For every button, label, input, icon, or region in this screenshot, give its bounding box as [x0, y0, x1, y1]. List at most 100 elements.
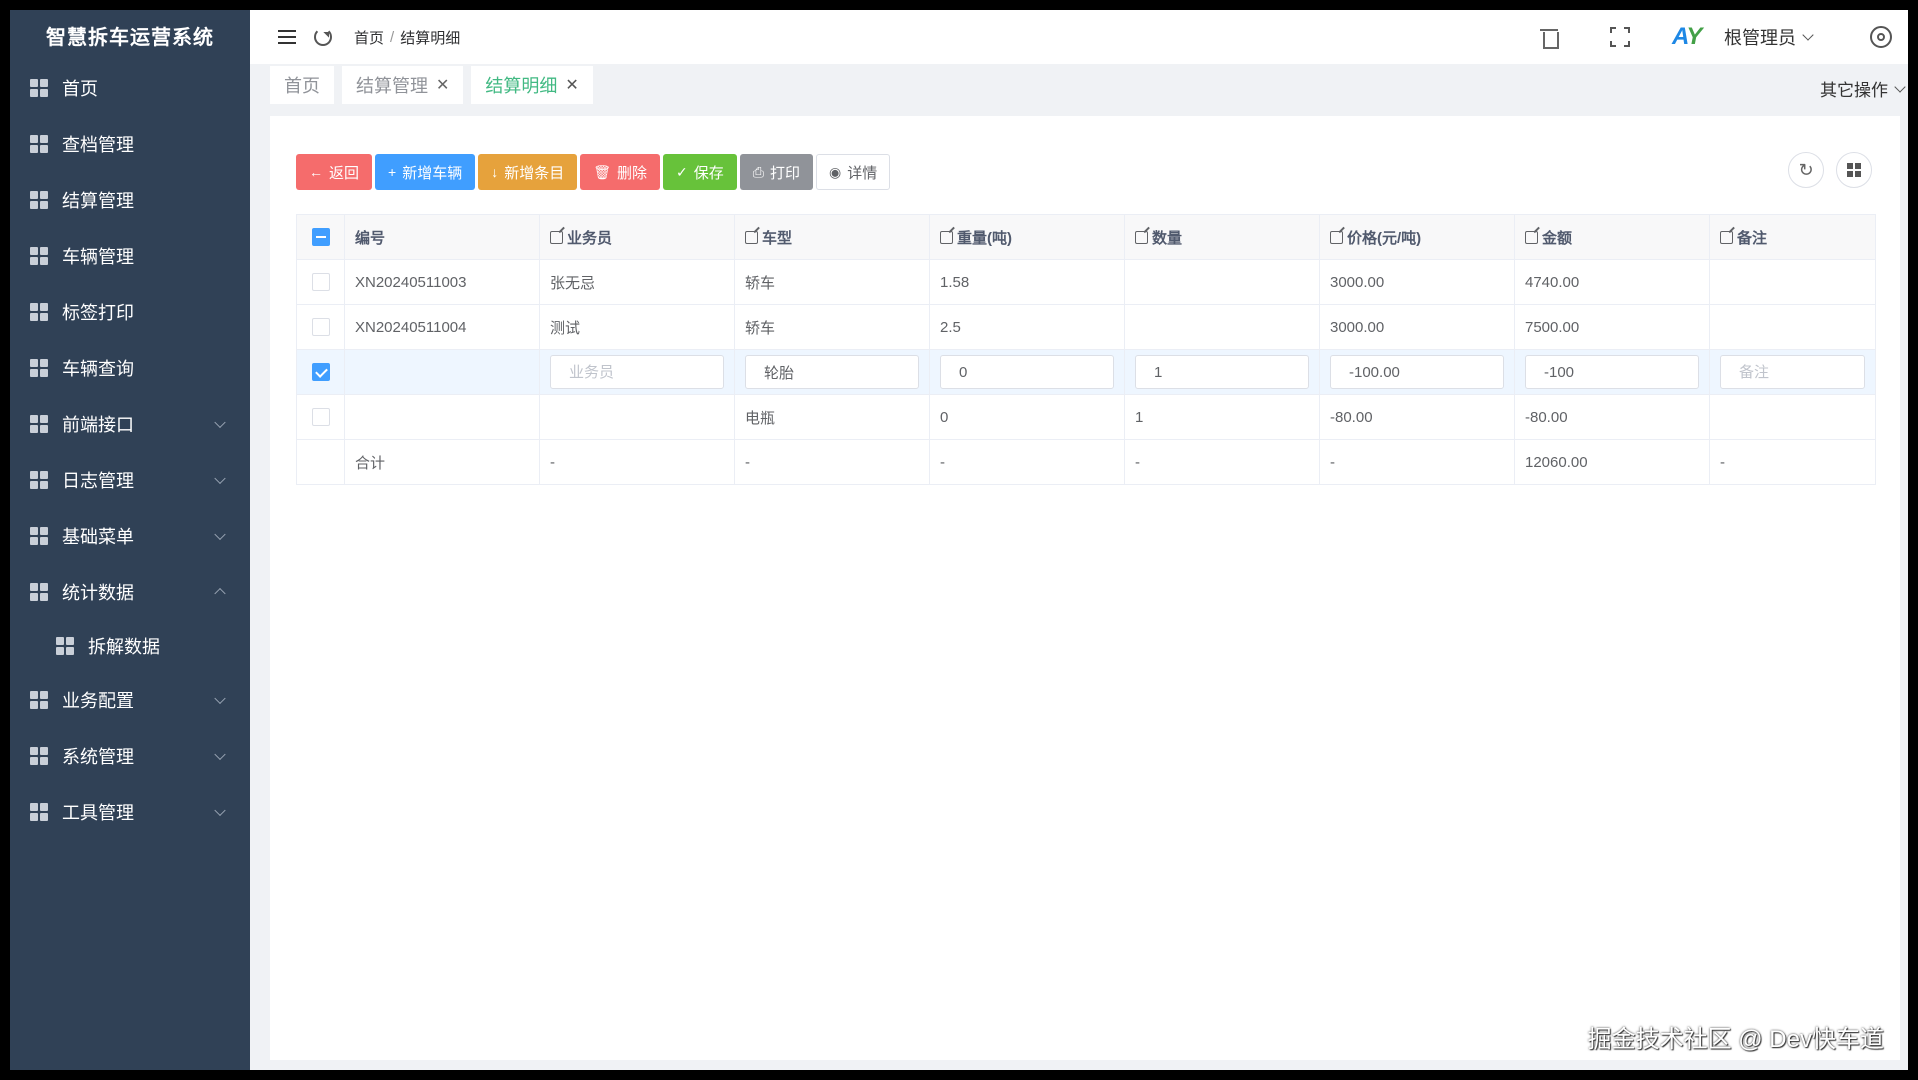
sidebar-item[interactable]: 车辆管理 — [10, 228, 250, 284]
sidebar-item-label: 业务配置 — [62, 691, 134, 711]
cell-weight: 1.58 — [929, 259, 1125, 305]
cell-amount: -80.00 — [1514, 394, 1710, 440]
clear-cache-icon[interactable] — [1540, 27, 1559, 49]
sidebar-item[interactable]: 拆解数据 — [10, 620, 250, 672]
grid-icon — [30, 79, 48, 97]
sidebar-menu: 首页 查档管理 结算管理 车辆管理 标签打印车辆查询前端接口日志管理基础菜单统计数据拆解… — [10, 60, 250, 840]
sidebar-item-label: 车辆查询 — [62, 359, 134, 379]
sidebar-item[interactable]: 车辆查询 — [10, 340, 250, 396]
add-vehicle-button[interactable]: + 新增车辆 — [375, 154, 476, 190]
avatar[interactable]: AY — [1672, 23, 1712, 51]
sidebar-item[interactable]: 首页 — [10, 60, 250, 116]
chevron-down-icon[interactable] — [1802, 28, 1814, 41]
row-checkbox[interactable] — [311, 273, 330, 292]
tags-view: 首页 结算管理 ✕ 结算明细 ✕ 其它操作 — [250, 64, 1908, 104]
grid-icon — [30, 359, 48, 377]
print-button[interactable]: ⎙ 打印 — [739, 154, 813, 190]
cell-number: XN20240511004 — [344, 304, 540, 350]
sidebar-item[interactable]: 统计数据 — [10, 564, 250, 620]
breadcrumb: 首页 / 结算明细 — [354, 27, 460, 48]
summary-row: 合计 - - - - - 12060.00 - — [296, 439, 1876, 485]
refresh-icon[interactable] — [314, 28, 332, 46]
table-row[interactable]: 电瓶 0 1 -80.00 -80.00 — [296, 394, 1876, 440]
chevron-down-icon — [214, 748, 226, 761]
edit-icon — [1525, 230, 1538, 244]
table-header-row: 编号 业务员 车型 重量(吨) 数量 价格(元/吨) 金额 备注 — [296, 214, 1876, 260]
tag-settlement-detail[interactable]: 结算明细 ✕ — [471, 66, 593, 104]
sidebar-item-label: 工具管理 — [62, 803, 134, 823]
columns-icon — [1847, 163, 1861, 177]
sidebar-item[interactable]: 查档管理 — [10, 116, 250, 172]
sidebar-item[interactable]: 标签打印 — [10, 284, 250, 340]
arrow-left-icon: ← — [309, 164, 323, 180]
close-icon[interactable]: ✕ — [565, 75, 578, 95]
summary-cell: - — [539, 439, 735, 485]
select-all-checkbox[interactable] — [311, 228, 330, 247]
gear-icon[interactable] — [1870, 26, 1892, 48]
amount-input[interactable] — [1525, 355, 1699, 389]
table-row[interactable]: XN20240511004 测试 轿车 2.5 3000.00 7500.00 — [296, 304, 1876, 350]
weight-input[interactable] — [940, 355, 1114, 389]
edit-icon — [550, 230, 563, 244]
sidebar-item[interactable]: 工具管理 — [10, 784, 250, 840]
row-checkbox[interactable] — [311, 318, 330, 337]
cell-number: XN20240511003 — [344, 259, 540, 305]
sidebar-item[interactable]: 结算管理 — [10, 172, 250, 228]
refresh-icon: ↻ — [1798, 159, 1814, 180]
grid-icon — [30, 691, 48, 709]
save-button[interactable]: ✓ 保存 — [663, 154, 737, 190]
main-panel: ← 返回 + 新增车辆 ↓ 新增条目 🗑 删除 ✓ 保存 ⎙ 打印 ◉ 详情 ↻ 编号 业务员… — [270, 116, 1900, 1060]
settlement-detail-table: 编号 业务员 车型 重量(吨) 数量 价格(元/吨) 金额 备注 XN20240… — [296, 214, 1876, 485]
remark-input[interactable] — [1720, 355, 1865, 389]
cell-price: 3000.00 — [1319, 304, 1515, 350]
detail-button[interactable]: ◉ 详情 — [816, 154, 891, 190]
delete-button[interactable]: 🗑 删除 — [580, 154, 661, 190]
column-header: 数量 — [1124, 214, 1320, 260]
breadcrumb-home[interactable]: 首页 — [354, 27, 384, 48]
price-input[interactable] — [1330, 355, 1504, 389]
sidebar-item[interactable]: 业务配置 — [10, 672, 250, 728]
cell-salesman: 张无忌 — [539, 259, 735, 305]
edit-icon — [1135, 230, 1148, 244]
close-icon[interactable]: ✕ — [436, 75, 449, 95]
add-item-button[interactable]: ↓ 新增条目 — [478, 154, 578, 190]
summary-cell: - — [929, 439, 1125, 485]
top-navbar: 首页 / 结算明细 AY 根管理员 — [250, 10, 1908, 64]
back-button[interactable]: ← 返回 — [296, 154, 373, 190]
row-checkbox[interactable] — [311, 363, 330, 382]
sidebar: 智慧拆车运营系统 首页 查档管理 结算管理 车辆管理 标签打印 车辆查询 前端接口 日志管理基… — [10, 10, 250, 1070]
tag-settlement-management[interactable]: 结算管理 ✕ — [342, 66, 464, 104]
grid-icon — [56, 637, 74, 655]
cell-price: 3000.00 — [1319, 259, 1515, 305]
edit-icon — [1330, 230, 1343, 244]
table-row[interactable]: XN20240511003 张无忌 轿车 1.58 3000.00 4740.0… — [296, 259, 1876, 305]
grid-icon — [30, 247, 48, 265]
quantity-input[interactable] — [1135, 355, 1309, 389]
user-name[interactable]: 根管理员 — [1724, 24, 1796, 50]
cell-remark — [1709, 259, 1876, 305]
sidebar-item-label: 基础菜单 — [62, 527, 134, 547]
hamburger-icon[interactable] — [278, 30, 296, 44]
table-row-editing[interactable] — [296, 349, 1876, 395]
tag-home[interactable]: 首页 — [270, 66, 334, 104]
column-header: 编号 — [344, 214, 540, 260]
watermark: 掘金技术社区 @ Dev快车道 — [1587, 1026, 1884, 1053]
sidebar-item[interactable]: 日志管理 — [10, 452, 250, 508]
salesman-input[interactable] — [550, 355, 724, 389]
grid-icon — [30, 303, 48, 321]
refresh-table-button[interactable]: ↻ — [1788, 152, 1824, 188]
other-operations-dropdown[interactable]: 其它操作 — [1820, 76, 1906, 101]
sidebar-item-label: 日志管理 — [62, 471, 134, 491]
breadcrumb-current: 结算明细 — [400, 29, 461, 47]
sidebar-item-label: 前端接口 — [62, 415, 134, 435]
column-settings-button[interactable] — [1836, 152, 1872, 188]
sidebar-item[interactable]: 系统管理 — [10, 728, 250, 784]
trash-icon: 🗑 — [593, 163, 612, 180]
model-input[interactable] — [745, 355, 919, 389]
row-checkbox[interactable] — [311, 408, 330, 427]
sidebar-item-label: 拆解数据 — [88, 637, 160, 657]
sidebar-item[interactable]: 基础菜单 — [10, 508, 250, 564]
sidebar-item[interactable]: 前端接口 — [10, 396, 250, 452]
column-header: 车型 — [734, 214, 930, 260]
fullscreen-icon[interactable] — [1610, 27, 1630, 47]
